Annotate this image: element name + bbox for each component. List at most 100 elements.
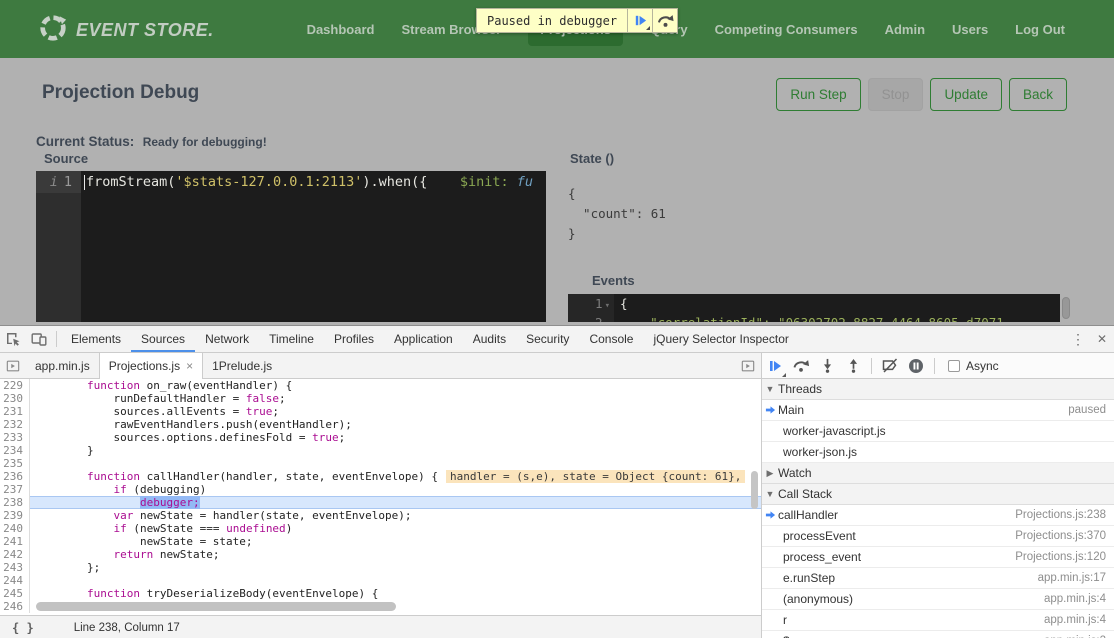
update-button[interactable]: Update: [930, 78, 1002, 111]
line-number[interactable]: 235: [0, 457, 30, 470]
events-editor-gutter[interactable]: 2▾: [568, 313, 614, 322]
source-editor-gutter[interactable]: i1: [36, 171, 81, 322]
tab-security[interactable]: Security: [516, 326, 579, 352]
call-stack-frame[interactable]: rapp.min.js:4: [762, 610, 1114, 631]
device-toolbar-button[interactable]: [26, 326, 52, 352]
line-number[interactable]: 244: [0, 574, 30, 587]
stop-button[interactable]: Stop: [868, 78, 924, 111]
events-scrollbar-thumb[interactable]: [1062, 297, 1070, 319]
eventstore-logo[interactable]: EVENT STORE.: [38, 13, 214, 48]
line-number[interactable]: 236: [0, 470, 30, 483]
events-editor[interactable]: 1▾ { 2▾ "correlationId": "06302702-8827-…: [568, 294, 1060, 322]
code-line-content[interactable]: var newState = handler(state, eventEnvel…: [30, 509, 761, 522]
line-number[interactable]: 231: [0, 405, 30, 418]
file-tab-app-min-js[interactable]: app.min.js: [26, 353, 99, 378]
fold-caret-icon[interactable]: ▾: [605, 301, 610, 311]
nav-item-dashboard[interactable]: Dashboard: [307, 22, 375, 37]
call-stack-frame[interactable]: (anonymous)app.min.js:4: [762, 589, 1114, 610]
resume-script-button[interactable]: [628, 8, 653, 33]
line-number[interactable]: 241: [0, 535, 30, 548]
code-line-content[interactable]: function tryDeserializeBody(eventEnvelop…: [30, 587, 761, 600]
line-number[interactable]: 242: [0, 548, 30, 561]
code-line-content[interactable]: if (debugging): [30, 483, 761, 496]
source-code-line[interactable]: fromStream('$stats-127.0.0.1:2113').when…: [81, 171, 546, 322]
back-button[interactable]: Back: [1009, 78, 1067, 111]
line-number[interactable]: 237: [0, 483, 30, 496]
async-checkbox[interactable]: [948, 360, 960, 372]
tab-profiles[interactable]: Profiles: [324, 326, 384, 352]
line-number[interactable]: 239: [0, 509, 30, 522]
nav-item-competing-consumers[interactable]: Competing Consumers: [715, 22, 858, 37]
line-number[interactable]: 233: [0, 431, 30, 444]
horizontal-scrollbar-thumb[interactable]: [36, 602, 396, 611]
line-number[interactable]: 229: [0, 379, 30, 392]
call-stack-frame[interactable]: $...app.min.js:2: [762, 631, 1114, 638]
pause-on-exceptions-button[interactable]: [903, 353, 929, 379]
code-line-content[interactable]: function callHandler(handler, state, eve…: [30, 470, 761, 483]
call-stack-frame[interactable]: e.runStepapp.min.js:17: [762, 568, 1114, 589]
code-line-content[interactable]: rawEventHandlers.push(eventHandler);: [30, 418, 761, 431]
line-number[interactable]: 232: [0, 418, 30, 431]
call-stack-frame[interactable]: process_eventProjections.js:120: [762, 547, 1114, 568]
code-line-content[interactable]: newState = state;: [30, 535, 761, 548]
call-stack-frame[interactable]: processEventProjections.js:370: [762, 526, 1114, 547]
thread-row[interactable]: worker-javascript.js: [762, 421, 1114, 442]
code-line-content[interactable]: sources.options.definesFold = true;: [30, 431, 761, 444]
line-number[interactable]: 238: [0, 496, 30, 509]
code-line-content[interactable]: debugger;: [30, 496, 761, 509]
close-tab-icon[interactable]: ×: [186, 359, 193, 373]
tab-elements[interactable]: Elements: [61, 326, 131, 352]
code-line-content[interactable]: return newState;: [30, 548, 761, 561]
section-header-threads[interactable]: ▼Threads: [762, 379, 1114, 400]
pretty-print-button[interactable]: { }: [12, 621, 34, 635]
section-header-call-stack[interactable]: ▼Call Stack: [762, 484, 1114, 505]
code-line-content[interactable]: [30, 600, 761, 613]
code-line-content[interactable]: sources.allEvents = true;: [30, 405, 761, 418]
deactivate-breakpoints-button[interactable]: [877, 353, 903, 379]
line-number[interactable]: 245: [0, 587, 30, 600]
devtools-close-button[interactable]: ✕: [1090, 326, 1114, 352]
thread-row[interactable]: Mainpaused: [762, 400, 1114, 421]
step-out-button[interactable]: [840, 353, 866, 379]
devtools-menu-button[interactable]: ⋮: [1066, 326, 1090, 352]
code-line-content[interactable]: [30, 457, 761, 470]
run-step-button[interactable]: Run Step: [776, 78, 860, 111]
tab-network[interactable]: Network: [195, 326, 259, 352]
tab-timeline[interactable]: Timeline: [259, 326, 324, 352]
show-navigator-button[interactable]: [0, 353, 26, 378]
code-line-content[interactable]: function on_raw(eventHandler) {: [30, 379, 761, 392]
code-line-content[interactable]: };: [30, 561, 761, 574]
step-into-button[interactable]: [814, 353, 840, 379]
thread-row[interactable]: worker-json.js: [762, 442, 1114, 463]
file-tab-1prelude-js[interactable]: 1Prelude.js: [203, 353, 281, 378]
inspect-element-button[interactable]: [0, 326, 26, 352]
tab-application[interactable]: Application: [384, 326, 463, 352]
code-line-content[interactable]: if (newState === undefined): [30, 522, 761, 535]
nav-item-admin[interactable]: Admin: [885, 22, 925, 37]
line-number[interactable]: 234: [0, 444, 30, 457]
vertical-scrollbar-thumb[interactable]: [751, 471, 758, 509]
resume-script-button[interactable]: [762, 353, 788, 379]
more-tabs-button[interactable]: [735, 353, 761, 378]
line-number[interactable]: 246: [0, 600, 30, 613]
events-editor-gutter[interactable]: 1▾: [568, 294, 614, 313]
source-code-editor[interactable]: i1 fromStream('$stats-127.0.0.1:2113').w…: [36, 171, 546, 322]
call-stack-frame[interactable]: callHandlerProjections.js:238: [762, 505, 1114, 526]
code-line-content[interactable]: runDefaultHandler = false;: [30, 392, 761, 405]
events-code-line[interactable]: {: [614, 294, 1060, 313]
line-number[interactable]: 243: [0, 561, 30, 574]
code-line-content[interactable]: [30, 574, 761, 587]
step-over-button[interactable]: [788, 353, 814, 379]
tab-audits[interactable]: Audits: [463, 326, 516, 352]
nav-item-users[interactable]: Users: [952, 22, 988, 37]
tab-jquery-selector-inspector[interactable]: jQuery Selector Inspector: [643, 326, 798, 352]
events-code-line[interactable]: "correlationId": "06302702-8827-4464-860…: [614, 313, 1060, 322]
code-area[interactable]: 229 function on_raw(eventHandler) {230 r…: [0, 379, 761, 615]
code-line-content[interactable]: }: [30, 444, 761, 457]
nav-item-log-out[interactable]: Log Out: [1015, 22, 1065, 37]
tab-console[interactable]: Console: [579, 326, 643, 352]
line-number[interactable]: 230: [0, 392, 30, 405]
line-number[interactable]: 240: [0, 522, 30, 535]
tab-sources[interactable]: Sources: [131, 326, 195, 352]
section-header-watch[interactable]: ▶Watch: [762, 463, 1114, 484]
